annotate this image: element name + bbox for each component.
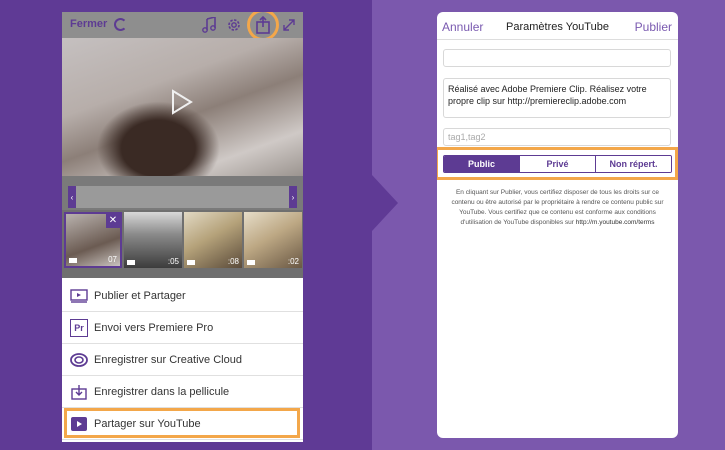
share-icon[interactable] xyxy=(254,16,272,34)
menu-item-publish[interactable]: Publier et Partager xyxy=(62,280,303,312)
premiere-pro-icon-text: Pr xyxy=(74,323,84,333)
menu-item-label: Enregistrer sur Creative Cloud xyxy=(94,353,242,366)
video-camera-icon xyxy=(247,260,255,265)
clip-thumbnail[interactable]: :02 xyxy=(244,212,302,268)
play-icon[interactable] xyxy=(170,88,194,116)
menu-item-creative-cloud[interactable]: Enregistrer sur Creative Cloud xyxy=(62,344,303,376)
video-camera-icon xyxy=(69,258,77,263)
right-phone-screen: Annuler Paramètres YouTube Publier Réali… xyxy=(437,12,678,438)
clip-duration: 07 xyxy=(108,255,117,264)
menu-item-camera-roll[interactable]: Enregistrer dans la pellicule xyxy=(62,376,303,408)
waveform-track xyxy=(68,186,297,208)
clip-duration: :05 xyxy=(167,257,179,266)
music-icon[interactable] xyxy=(200,16,218,34)
description-input[interactable]: Réalisé avec Adobe Premiere Clip. Réalis… xyxy=(443,78,671,118)
left-phone-screen: Fermer ‹ › ✕ 07 :05:08:02 Publier et P… xyxy=(62,12,303,442)
clip-thumbnail[interactable]: ✕ 07 xyxy=(64,212,122,268)
publish-button[interactable]: Publier xyxy=(635,20,672,34)
video-preview[interactable] xyxy=(62,38,303,176)
tags-input[interactable] xyxy=(443,128,671,146)
clip-duration: :02 xyxy=(287,257,299,266)
gear-icon[interactable] xyxy=(225,16,243,34)
top-toolbar: Fermer xyxy=(62,12,303,41)
arrow-pointer xyxy=(372,175,398,231)
clip-duration: :08 xyxy=(227,257,239,266)
menu-item-label: Envoi vers Premiere Pro xyxy=(94,321,214,334)
premiere-pro-icon: Pr xyxy=(70,319,88,337)
legal-notice: En cliquant sur Publier, vous certifiez … xyxy=(447,188,668,228)
clip-thumbnails: ✕ 07 :05 :08 :02 xyxy=(62,210,303,278)
privacy-option-unlisted[interactable]: Non répert. xyxy=(596,156,671,172)
menu-item-label: Publier et Partager xyxy=(94,289,186,302)
close-button[interactable]: Fermer xyxy=(70,18,107,30)
title-input[interactable] xyxy=(443,49,671,67)
publish-icon xyxy=(70,287,88,305)
menu-item-premiere-pro[interactable]: Pr Envoi vers Premiere Pro xyxy=(62,312,303,344)
camera-roll-icon xyxy=(70,383,88,401)
close-icon[interactable]: ✕ xyxy=(106,214,120,228)
clip-thumbnail[interactable]: :08 xyxy=(184,212,242,268)
youtube-terms-link[interactable]: http://m.youtube.com/terms xyxy=(576,219,655,226)
privacy-option-public[interactable]: Public xyxy=(444,156,520,172)
video-camera-icon xyxy=(127,260,135,265)
trim-handle-left[interactable]: ‹ xyxy=(68,186,76,208)
expand-icon[interactable] xyxy=(280,16,298,34)
youtube-settings-header: Annuler Paramètres YouTube Publier xyxy=(437,12,678,40)
youtube-highlight xyxy=(64,408,300,438)
spinner-icon xyxy=(114,18,127,31)
video-camera-icon xyxy=(187,260,195,265)
clip-thumbnail[interactable]: :05 xyxy=(124,212,182,268)
creative-cloud-icon xyxy=(70,351,88,369)
timeline-scrubber[interactable]: ‹ › xyxy=(62,176,303,210)
trim-handle-right[interactable]: › xyxy=(289,186,297,208)
privacy-selector: Public Privé Non répert. xyxy=(443,155,672,173)
menu-item-label: Enregistrer dans la pellicule xyxy=(94,385,230,398)
privacy-option-private[interactable]: Privé xyxy=(520,156,596,172)
